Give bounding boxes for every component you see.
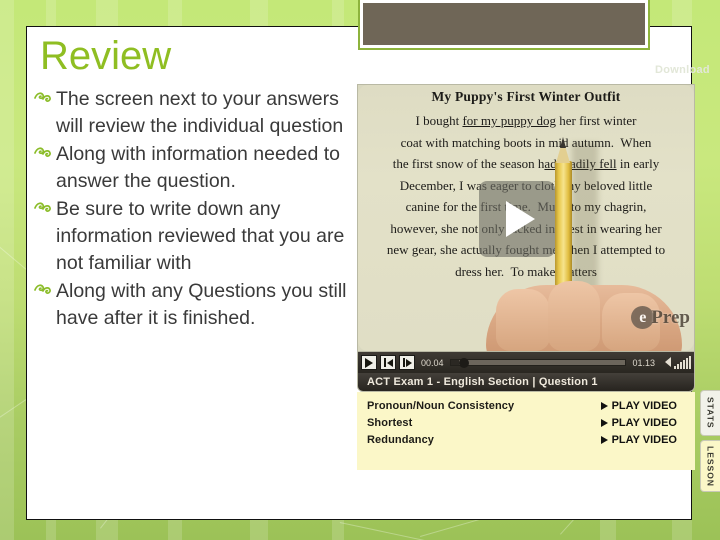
list-item-text: The screen next to your answers will rev…	[56, 88, 344, 137]
list-item: The screen next to your answers will rev…	[34, 86, 356, 140]
step-forward-icon[interactable]	[399, 355, 415, 370]
lesson-name: Shortest	[367, 417, 413, 429]
list-item: Be sure to write down any information re…	[34, 196, 356, 277]
page-title: Review	[40, 34, 172, 78]
play-icon	[600, 402, 608, 410]
essay-heading: My Puppy's First Winter Outfit	[431, 89, 621, 104]
list-item[interactable]: Shortest PLAY VIDEO	[367, 417, 685, 429]
lesson-name: Redundancy	[367, 434, 435, 446]
play-video-button[interactable]: PLAY VIDEO	[600, 434, 677, 446]
current-time: 00.04	[421, 357, 444, 368]
seek-bar[interactable]	[449, 358, 627, 368]
list-item[interactable]: Pronoun/Noun Consistency PLAY VIDEO	[367, 400, 685, 412]
play-icon	[600, 419, 608, 427]
essay-line: the first snow of the season had readily…	[392, 156, 660, 171]
list-item: Along with any Questions you still have …	[34, 278, 356, 332]
essay-line: I bought for my puppy dog her first wint…	[415, 113, 637, 128]
eprep-word: Prep	[651, 306, 690, 328]
leaf-bullet-icon	[34, 201, 52, 217]
step-back-icon[interactable]	[380, 355, 396, 370]
tab-stats[interactable]: STATS	[700, 390, 720, 436]
download-label[interactable]: Download	[655, 64, 710, 76]
list-item-text: Along with any Questions you still have …	[56, 280, 347, 329]
video-viewport[interactable]: My Puppy's First Winter Outfit I bought …	[357, 84, 695, 352]
play-video-label: PLAY VIDEO	[611, 400, 677, 412]
background-geometry	[339, 522, 634, 540]
bullet-list: The screen next to your answers will rev…	[34, 86, 356, 333]
seek-handle[interactable]	[459, 358, 470, 368]
leaf-bullet-icon	[34, 146, 52, 162]
play-overlay-icon[interactable]	[479, 181, 555, 257]
video-caption: ACT Exam 1 - English Section | Question …	[357, 373, 695, 392]
list-item-text: Be sure to write down any information re…	[56, 198, 345, 274]
play-icon[interactable]	[361, 355, 377, 370]
tab-lesson[interactable]: LESSON	[700, 440, 720, 492]
leaf-bullet-icon	[34, 91, 52, 107]
list-item[interactable]: Redundancy PLAY VIDEO	[367, 434, 685, 446]
total-time: 01.13	[632, 357, 655, 368]
volume-icon[interactable]	[661, 356, 691, 369]
leaf-bullet-icon	[34, 283, 52, 299]
essay-line: dress her. To make matters	[455, 263, 597, 279]
eprep-watermark-logo: e Prep	[631, 306, 690, 329]
presentation-slide: Review Download The screen next to your …	[0, 0, 720, 540]
tab-lesson-label: LESSON	[705, 445, 716, 487]
video-player[interactable]: My Puppy's First Winter Outfit I bought …	[357, 84, 695, 392]
list-item: Along with information needed to answer …	[34, 141, 356, 195]
tab-stats-label: STATS	[705, 397, 716, 429]
lesson-name: Pronoun/Noun Consistency	[367, 400, 515, 412]
list-item-text: Along with information needed to answer …	[56, 143, 341, 192]
header-image-placeholder	[363, 3, 645, 45]
play-video-label: PLAY VIDEO	[611, 434, 677, 446]
play-video-button[interactable]: PLAY VIDEO	[600, 400, 677, 412]
lesson-list-panel: Pronoun/Noun Consistency PLAY VIDEO Shor…	[357, 392, 695, 470]
header-image-block	[358, 0, 650, 50]
play-video-label: PLAY VIDEO	[611, 417, 677, 429]
background-band	[0, 0, 14, 540]
essay-line: coat with matching boots in mid autumn. …	[400, 134, 652, 150]
video-controls[interactable]: 00.04 01.13	[357, 352, 695, 373]
play-video-button[interactable]: PLAY VIDEO	[600, 417, 677, 429]
play-icon	[600, 436, 608, 444]
